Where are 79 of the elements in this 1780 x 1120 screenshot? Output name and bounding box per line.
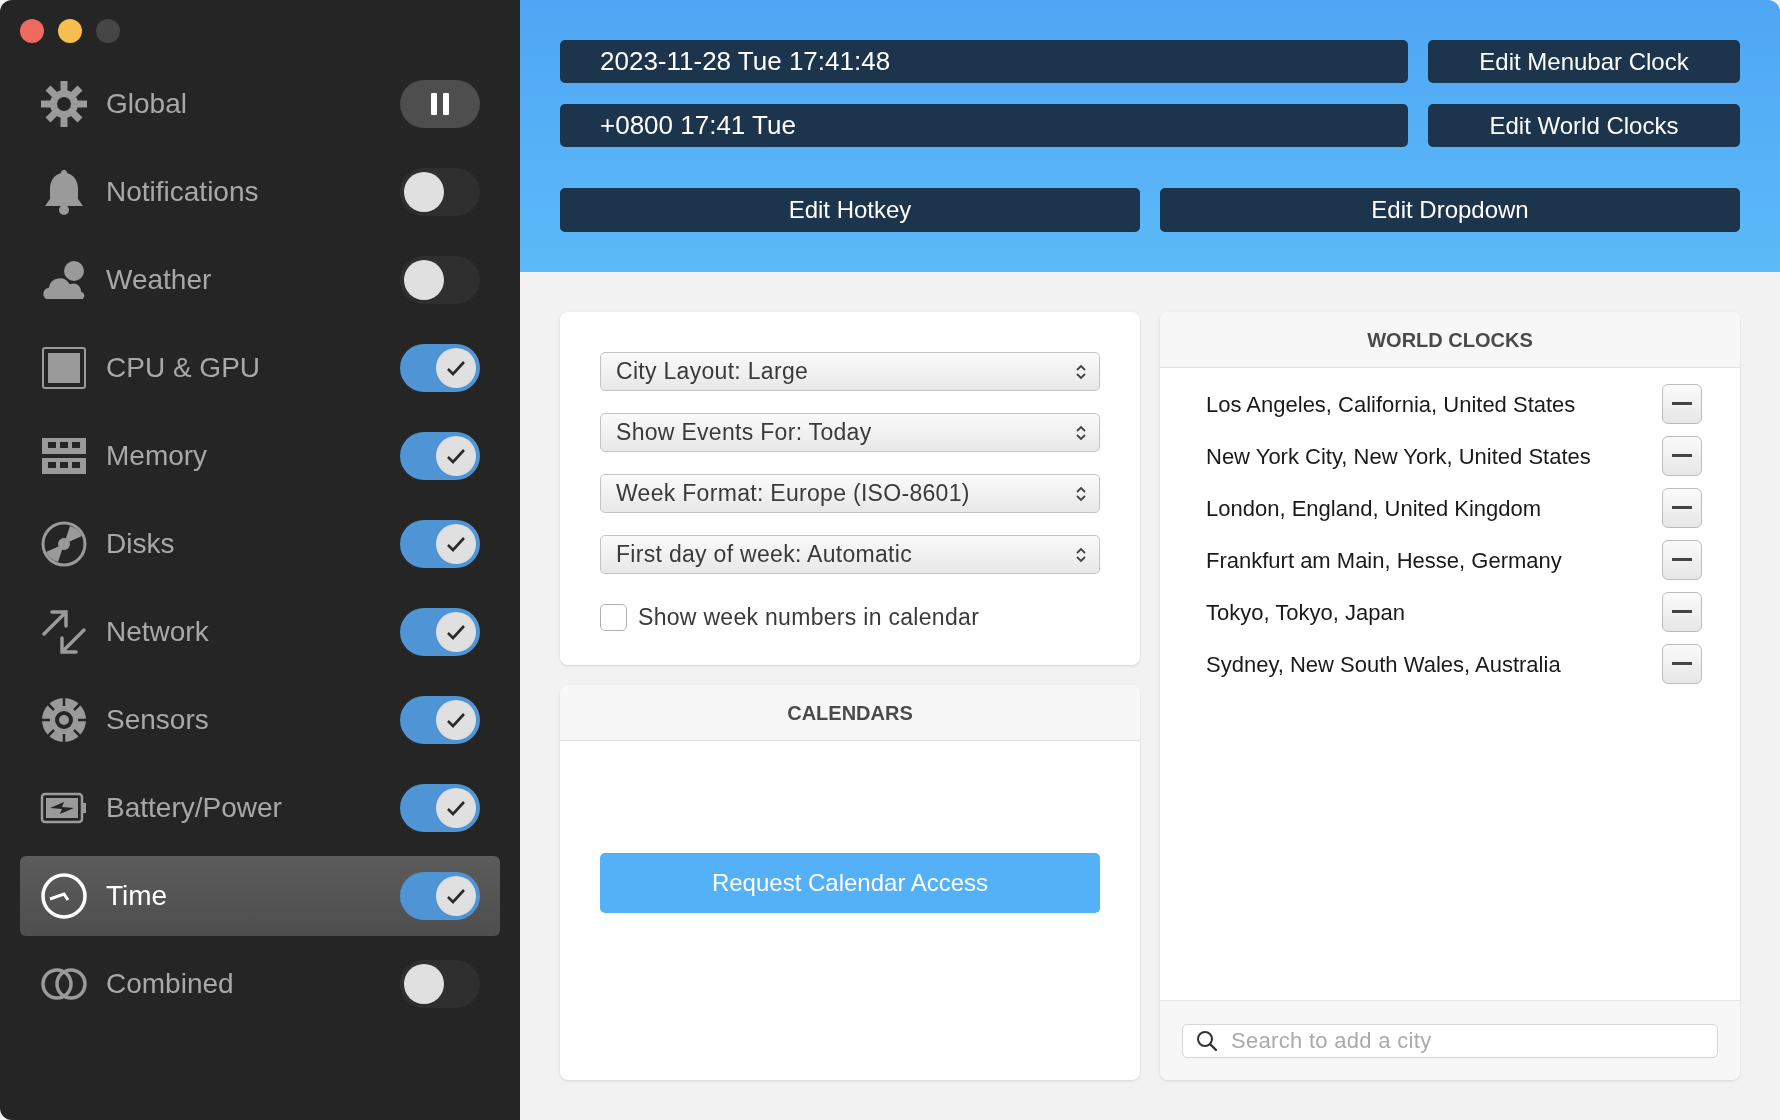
search-icon (1196, 1029, 1218, 1052)
toggle-switch[interactable] (400, 696, 480, 744)
world-clock-format-field[interactable]: +0800 17:41 Tue (560, 104, 1408, 147)
sidebar-item[interactable]: Global (20, 64, 500, 144)
edit-button[interactable]: Edit Hotkey (560, 188, 1140, 232)
toggle-switch[interactable] (400, 344, 480, 392)
sidebar-item[interactable]: Sensors (20, 680, 500, 760)
toggle-switch[interactable] (400, 432, 480, 480)
remove-city-button[interactable] (1662, 592, 1702, 632)
sidebar-label: Global (106, 87, 188, 121)
sidebar-label: Memory (106, 439, 209, 473)
city-name: London, England, United Kingdom (1206, 494, 1543, 523)
minus-icon (1672, 662, 1692, 666)
checkbox[interactable] (600, 603, 627, 631)
remove-city-button[interactable] (1662, 384, 1702, 424)
clock-icon (40, 872, 88, 920)
sidebar-item[interactable]: Network (20, 592, 500, 672)
sidebar-item[interactable]: Time (20, 856, 500, 936)
toggle-switch[interactable] (400, 960, 480, 1008)
sidebar-item[interactable]: Battery/Power (20, 768, 500, 848)
edit-button[interactable]: Edit Dropdown (1160, 188, 1740, 232)
sidebar-label: Sensors (106, 703, 210, 737)
sidebar-label: Battery/Power (106, 791, 283, 825)
minus-icon (1672, 610, 1692, 614)
sidebar-label: Disks (106, 527, 176, 561)
pause-button[interactable] (400, 80, 480, 128)
city-name: Los Angeles, California, United States (1206, 390, 1577, 419)
arrows-icon (40, 608, 88, 656)
close-button[interactable] (20, 19, 44, 43)
remove-city-button[interactable] (1662, 644, 1702, 684)
sidebar-label: Combined (106, 967, 235, 1001)
dropdown[interactable]: First day of week: Automatic (600, 535, 1100, 574)
toggle-switch[interactable] (400, 520, 480, 568)
dropdown[interactable]: Week Format: Europe (ISO-8601) (600, 474, 1100, 513)
toggle-switch[interactable] (400, 784, 480, 832)
minus-icon (1672, 402, 1692, 406)
toggle-switch[interactable] (400, 608, 480, 656)
minimize-button[interactable] (58, 19, 82, 43)
sidebar-item[interactable]: Disks (20, 504, 500, 584)
sidebar-item[interactable]: Weather (20, 240, 500, 320)
dropdown[interactable]: City Layout: Large (600, 352, 1100, 391)
chip-icon (40, 344, 88, 392)
dropdown[interactable]: Show Events For: Today (600, 413, 1100, 452)
city-name: Frankfurt am Main, Hesse, Germany (1206, 546, 1563, 575)
sidebar-label: CPU & GPU (106, 351, 262, 385)
chevron-updown-icon (1075, 423, 1087, 442)
clock-format-field[interactable]: 2023-11-28 Tue 17:41:48 (560, 40, 1408, 83)
sidebar-item[interactable]: Notifications (20, 152, 500, 232)
fan-icon (40, 696, 88, 744)
city-name: Sydney, New South Wales, Australia (1206, 650, 1562, 679)
sidebar-label: Weather (106, 263, 213, 297)
sidebar-item[interactable]: Combined (20, 944, 500, 1024)
minus-icon (1672, 454, 1692, 458)
sidebar-label: Network (106, 615, 210, 649)
checkbox-label: Show week numbers in calendar (638, 603, 980, 632)
chevron-updown-icon (1075, 484, 1087, 503)
toggle-switch[interactable] (400, 168, 480, 216)
remove-city-button[interactable] (1662, 540, 1702, 580)
minus-icon (1672, 506, 1692, 510)
sidebar-item[interactable]: Memory (20, 416, 500, 496)
sidebar-label: Time (106, 879, 169, 913)
city-name: New York City, New York, United States (1206, 442, 1592, 471)
remove-city-button[interactable] (1662, 436, 1702, 476)
search-field[interactable]: Search to add a city (1182, 1023, 1718, 1058)
chevron-updown-icon (1075, 545, 1087, 564)
gear-icon (40, 80, 88, 128)
sidebar-label: Notifications (106, 175, 260, 209)
disk-icon (40, 520, 88, 568)
chevron-updown-icon (1075, 362, 1087, 381)
toggle-switch[interactable] (400, 256, 480, 304)
section-title: CALENDARS (787, 700, 913, 726)
edit-world-clocks-button[interactable]: Edit World Clocks (1428, 104, 1740, 147)
minus-icon (1672, 558, 1692, 562)
toggle-switch[interactable] (400, 872, 480, 920)
remove-city-button[interactable] (1662, 488, 1702, 528)
section-title: WORLD CLOCKS (1367, 327, 1533, 353)
edit-menubar-clock-button[interactable]: Edit Menubar Clock (1428, 40, 1740, 83)
city-name: Tokyo, Tokyo, Japan (1206, 598, 1406, 627)
sidebar-item[interactable]: CPU & GPU (20, 328, 500, 408)
